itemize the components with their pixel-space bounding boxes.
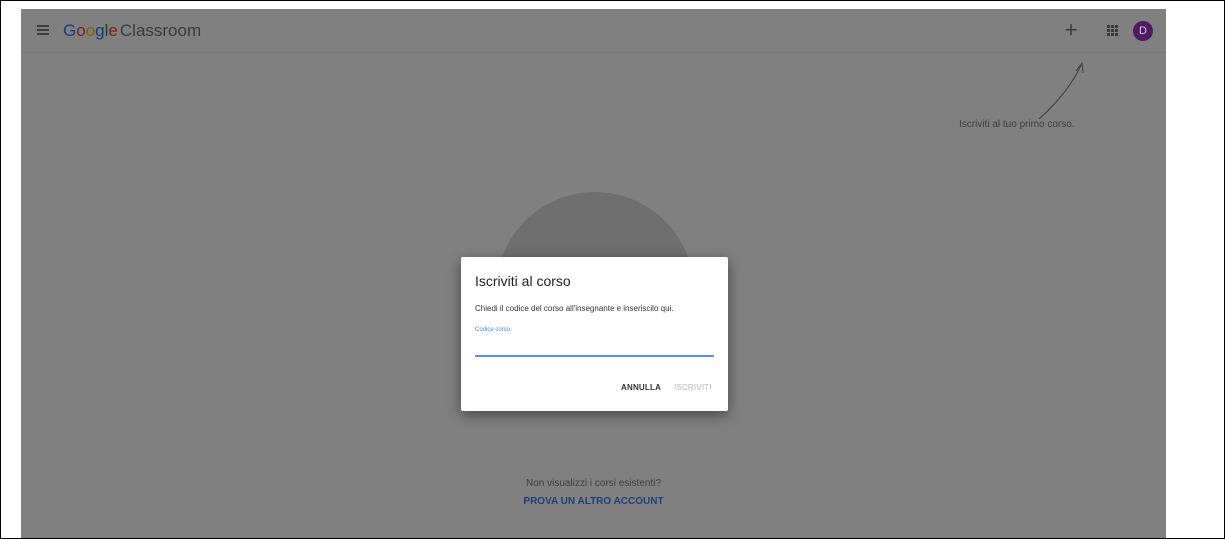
hint-arrow-icon (1038, 61, 1084, 120)
logo-letter: o (76, 21, 86, 40)
first-course-hint: Iscriviti al tuo primo corso. (959, 119, 1075, 130)
join-button[interactable]: ISCRIVITI (674, 383, 712, 392)
dialog-description: Chiedi il codice del corso all'insegnant… (475, 304, 674, 313)
course-code-input[interactable] (475, 337, 714, 357)
dialog-title: Iscriviti al corso (475, 273, 571, 289)
logo-letter: g (95, 21, 105, 40)
logo-letter: o (85, 21, 96, 40)
app-bar: Google Classroom + D (21, 9, 1166, 53)
apps-grid-icon[interactable] (1107, 25, 1118, 36)
add-course-plus-icon[interactable]: + (1061, 19, 1081, 41)
logo-letter: e (108, 21, 118, 40)
join-course-dialog: Iscriviti al corso Chiedi il codice del … (461, 257, 728, 411)
logo-letter: G (63, 21, 77, 40)
screenshot-frame: Google Classroom + D Iscriviti al tuo pri… (0, 0, 1225, 539)
google-classroom-logo[interactable]: Google Classroom (63, 21, 201, 41)
cancel-button[interactable]: ANNULLA (621, 383, 661, 392)
account-avatar[interactable]: D (1133, 21, 1153, 41)
course-code-label: Codice corso (475, 327, 511, 333)
product-name: Classroom (119, 21, 202, 40)
try-another-account-link[interactable]: PROVA UN ALTRO ACCOUNT (21, 496, 1166, 507)
menu-icon[interactable] (37, 25, 49, 35)
empty-state-message: Non visualizzi i corsi esistenti? (525, 478, 662, 489)
